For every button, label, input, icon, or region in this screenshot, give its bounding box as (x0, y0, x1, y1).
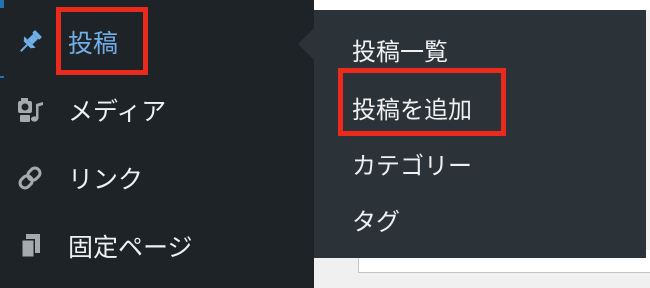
pin-icon (10, 22, 50, 62)
sidebar-item-posts[interactable]: 投稿 (0, 8, 314, 76)
posts-submenu: 投稿一覧 投稿を追加 カテゴリー タグ (314, 10, 646, 258)
submenu-item-all-posts[interactable]: 投稿一覧 (352, 32, 448, 67)
sidebar-item-label: 固定ページ (68, 233, 193, 262)
highlight-box-add-new (338, 68, 506, 136)
pages-icon (10, 226, 50, 266)
sidebar-item-pages[interactable]: 固定ページ (0, 212, 314, 280)
content-header-strip (314, 0, 650, 10)
submenu-item-categories[interactable]: カテゴリー (352, 146, 472, 181)
submenu-item-tags[interactable]: タグ (352, 202, 400, 237)
sidebar-item-label: リンク (68, 165, 144, 194)
link-icon (10, 158, 50, 198)
sidebar-item-media[interactable]: メディア (0, 76, 314, 144)
highlight-box-posts (56, 7, 148, 75)
submenu-pointer (298, 28, 314, 60)
sidebar-item-label: メディア (68, 97, 167, 126)
admin-sidebar: 投稿 メディア リンク 固定ページ (0, 0, 314, 288)
media-icon (10, 90, 50, 130)
sidebar-item-links[interactable]: リンク (0, 144, 314, 212)
